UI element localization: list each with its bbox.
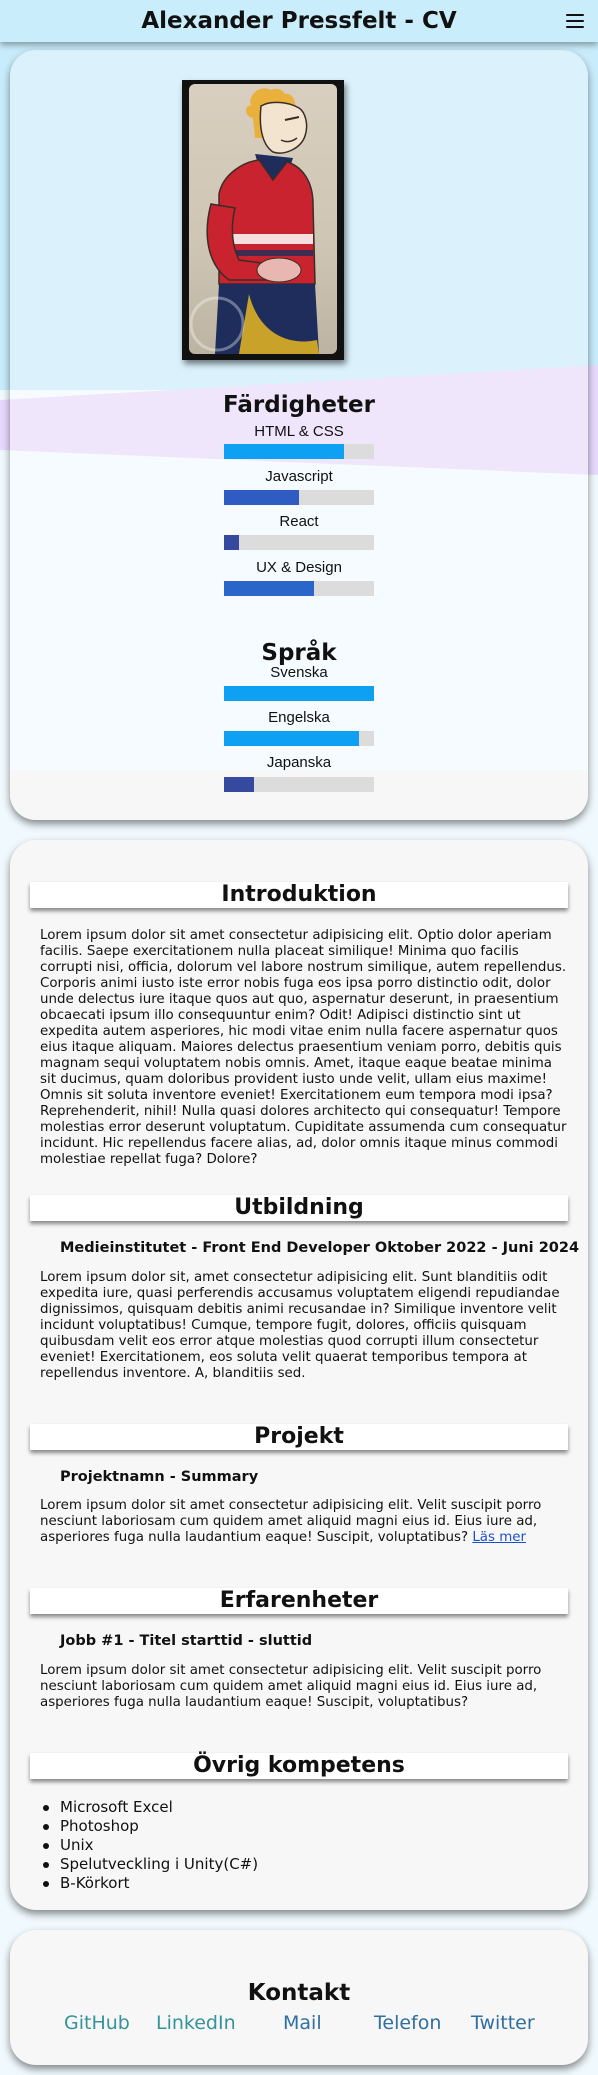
list-item: Spelutveckling i Unity(C#) (40, 1855, 258, 1874)
content-card: Introduktion Lorem ipsum dolor sit amet … (10, 840, 588, 1910)
language-label: Svenska (270, 664, 328, 681)
language-label: Engelska (268, 709, 330, 726)
experience-text: Lorem ipsum dolor sit amet consectetur a… (40, 1663, 542, 1710)
skill-label: UX & Design (256, 559, 342, 576)
skill-label: HTML & CSS (254, 423, 344, 440)
skill-bar-fill (224, 535, 239, 550)
project-text: Lorem ipsum dolor sit amet consectetur a… (40, 1498, 542, 1545)
list-item: Microsoft Excel (40, 1798, 258, 1817)
skill-label: React (279, 513, 319, 530)
profile-illustration (189, 88, 319, 354)
skill-bar (224, 444, 374, 459)
languages-title: Språk (261, 640, 337, 666)
competence-heading: Övrig kompetens (30, 1753, 568, 1779)
competence-list: Microsoft Excel Photoshop Unix Spelutvec… (40, 1798, 258, 1893)
list-item: Photoshop (40, 1817, 258, 1836)
skill-bar (224, 490, 374, 505)
skill-bar-fill (224, 444, 344, 459)
contact-title: Kontakt (247, 1980, 351, 2006)
language-bar-fill (224, 686, 374, 701)
linkedin-link[interactable]: LinkedIn (156, 2012, 236, 2034)
hamburger-menu-icon[interactable] (566, 14, 584, 28)
education-text: Lorem ipsum dolor sit, amet consectetur … (40, 1270, 560, 1381)
language-bar (224, 731, 374, 746)
experience-entry-title: Jobb #1 - Titel starttid - sluttid (60, 1633, 313, 1649)
profile-card: Färdigheter HTML & CSS Javascript React … (10, 50, 588, 820)
contact-card: Kontakt GitHub LinkedIn Mail Telefon Twi… (10, 1930, 588, 2065)
language-bar (224, 686, 374, 701)
language-bar (224, 777, 374, 792)
contact-links: GitHub LinkedIn Mail Telefon Twitter (10, 2012, 588, 2034)
education-heading: Utbildning (30, 1195, 568, 1221)
github-link[interactable]: GitHub (64, 2012, 130, 2034)
mail-link[interactable]: Mail (283, 2012, 322, 2034)
language-label: Japanska (266, 754, 332, 771)
twitter-link[interactable]: Twitter (471, 2012, 535, 2034)
skill-bar (224, 581, 374, 596)
site-header: Alexander Pressfelt - CV (0, 0, 598, 42)
skill-bar-fill (224, 581, 314, 596)
skill-bar-fill (224, 490, 299, 505)
skill-bar (224, 535, 374, 550)
intro-text: Lorem ipsum dolor sit amet consectetur a… (40, 928, 567, 1167)
project-text-block: Lorem ipsum dolor sit amet consectetur a… (40, 1498, 570, 1546)
list-item: B-Körkort (40, 1874, 258, 1893)
list-item: Unix (40, 1836, 258, 1855)
language-bar-fill (224, 777, 254, 792)
skill-label: Javascript (265, 468, 333, 485)
language-bar-fill (224, 731, 359, 746)
read-more-link[interactable]: Läs mer (472, 1530, 526, 1545)
skills-title: Färdigheter (223, 392, 375, 418)
experience-heading: Erfarenheter (30, 1588, 568, 1614)
profile-portrait (182, 80, 344, 360)
education-entry-title: Medieinstitutet - Front End Developer Ok… (60, 1240, 580, 1256)
project-entry-title: Projektnamn - Summary (60, 1469, 259, 1485)
page-title: Alexander Pressfelt - CV (141, 8, 457, 34)
intro-heading: Introduktion (30, 882, 568, 908)
phone-link[interactable]: Telefon (374, 2012, 441, 2034)
projects-heading: Projekt (30, 1424, 568, 1450)
